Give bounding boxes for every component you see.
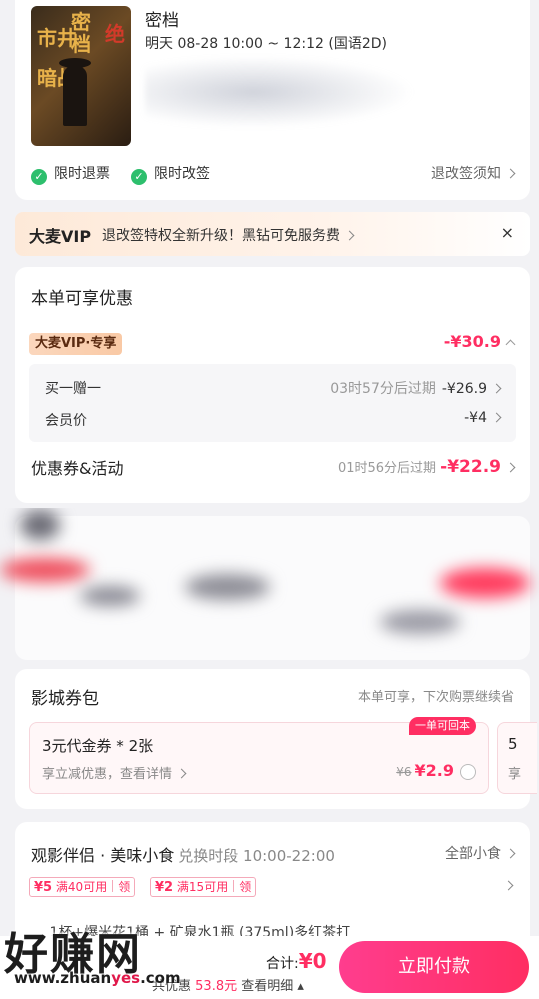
chevron-right-icon (491, 412, 502, 422)
voucher-select-radio[interactable] (460, 764, 476, 780)
poster-text: 绝 (105, 22, 125, 46)
poster-text: 密 (71, 10, 91, 34)
close-icon[interactable]: × (501, 223, 514, 242)
voucher-card[interactable]: 3元代金券 * 2张 享立减优惠，查看详情 一单可回本 ¥6 ¥2.9 (29, 717, 489, 794)
voucher-price: ¥6 ¥2.9 (396, 761, 454, 780)
vip-banner[interactable]: 大麦VIP 退改签特权全新升级！黑钻可免服务费 × (15, 212, 530, 256)
redacted-section (0, 508, 539, 660)
chevron-up-icon (505, 339, 516, 350)
snack-coupon[interactable]: ¥5 满40可用领 (29, 877, 136, 897)
showtime: 明天 08-28 10:00 ~ 12:12 (国语2D) (145, 36, 387, 52)
vip-discount-toggle[interactable]: -¥30.9 (444, 332, 516, 351)
section-title: 影城券包 (31, 689, 99, 709)
all-snacks-link[interactable]: 全部小食 (445, 843, 516, 863)
movie-poster[interactable]: 市井 暗战 密 档 绝 (31, 6, 131, 146)
voucher-details-link[interactable]: 享立减优惠，查看详情 (42, 763, 187, 782)
snack-coupon[interactable]: ¥2 满15可用领 (150, 877, 257, 897)
poster-figure (63, 66, 87, 126)
refund-badge: ✓ 限时退票 (31, 163, 110, 185)
chevron-right-icon (505, 168, 516, 178)
chevron-right-icon (176, 768, 187, 779)
section-title: 观影伴侣 · 美味小食 兑换时段 10:00-22:00 (31, 846, 335, 865)
change-badge: ✓ 限时改签 (131, 163, 210, 185)
chevron-right-icon (505, 848, 516, 858)
payback-tag: 一单可回本 (409, 717, 476, 735)
refund-policy-link[interactable]: 退改签须知 (431, 163, 516, 183)
blurred-seat-info (145, 56, 415, 128)
chevron-right-icon (344, 230, 355, 240)
poster-text: 档 (71, 32, 91, 56)
cinema-coupon-pack: 影城券包 本单可享，下次购票继续省 3元代金券 * 2张 享立减优惠，查看详情 … (15, 669, 537, 809)
movie-card: 市井 暗战 密 档 绝 密档 明天 08-28 10:00 ~ 12:12 (国… (15, 0, 530, 200)
site-watermark-url: www.zhuanyes.com (14, 969, 181, 987)
pay-now-button[interactable]: 立即付款 (339, 941, 529, 993)
vip-discount-details: 买一赠一 03时57分后过期 -¥26.9 会员价 -¥4 (29, 364, 516, 442)
voucher-card-next[interactable]: 5 享 (497, 722, 537, 794)
discount-row-member[interactable]: 会员价 -¥4 (45, 410, 502, 430)
coupon-pack-hint: 本单可享，下次购票继续省 (357, 690, 514, 705)
vip-banner-text: 退改签特权全新升级！黑钻可免服务费 (102, 225, 355, 245)
movie-title: 密档 (145, 11, 179, 31)
order-total: 合计:¥0 (266, 949, 327, 973)
discount-row-bogo[interactable]: 买一赠一 03时57分后过期 -¥26.9 (45, 378, 502, 398)
check-circle-icon: ✓ (31, 169, 47, 185)
chevron-right-icon (491, 383, 502, 393)
coupons-activities-row[interactable]: 优惠券&活动 01时56分后过期 -¥22.9 (31, 455, 516, 479)
check-circle-icon: ✓ (131, 169, 147, 185)
vip-brand: 大麦VIP (29, 227, 92, 246)
chevron-right-icon[interactable] (503, 880, 514, 891)
voucher-name: 3元代金券 * 2张 (42, 737, 154, 755)
discount-section: 本单可享优惠 大麦VIP·专享 -¥30.9 买一赠一 03时57分后过期 -¥2… (15, 267, 530, 503)
chevron-right-icon (505, 462, 516, 473)
exchange-time: 兑换时段 10:00-22:00 (178, 847, 335, 865)
vip-exclusive-tag: 大麦VIP·专享 (29, 333, 123, 355)
section-title: 本单可享优惠 (31, 289, 133, 309)
